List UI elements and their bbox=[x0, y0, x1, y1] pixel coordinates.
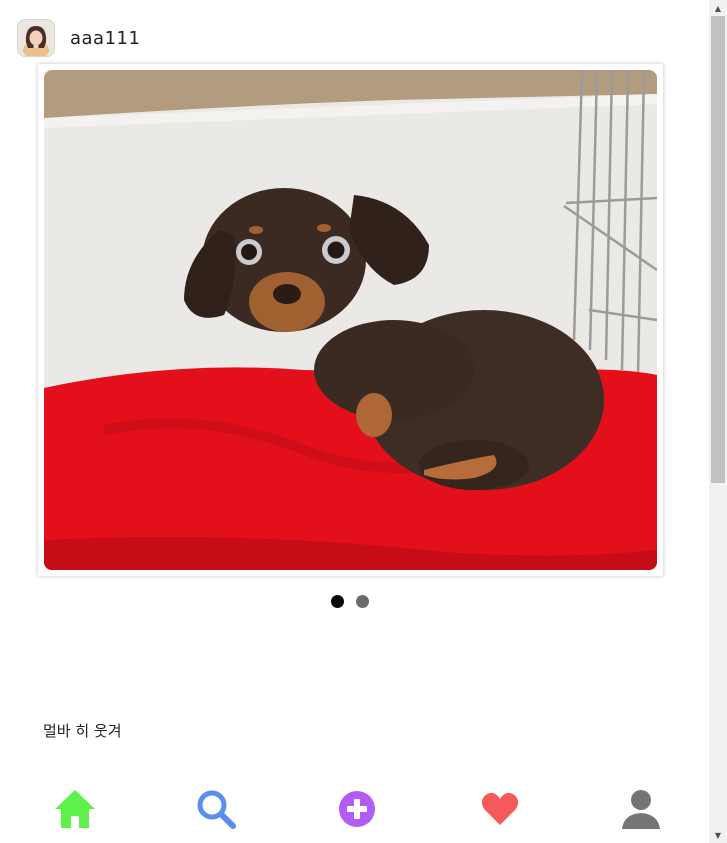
nav-add-button[interactable] bbox=[334, 786, 380, 832]
photo-card[interactable] bbox=[38, 64, 663, 576]
home-icon bbox=[55, 790, 95, 828]
username[interactable]: aaa111 bbox=[70, 28, 140, 49]
post-photo bbox=[44, 70, 657, 570]
scroll-up-icon[interactable]: ▲ bbox=[709, 0, 727, 16]
user-icon bbox=[622, 790, 660, 829]
nav-search-button[interactable] bbox=[193, 786, 239, 832]
scroll-thumb[interactable] bbox=[711, 16, 725, 483]
image-pagination bbox=[331, 595, 369, 608]
post-header: aaa111 bbox=[17, 18, 140, 58]
bottom-nav bbox=[0, 786, 709, 836]
avatar[interactable] bbox=[17, 19, 55, 57]
nav-likes-button[interactable] bbox=[477, 786, 523, 832]
search-icon bbox=[197, 790, 236, 829]
pagination-dot-active[interactable] bbox=[331, 595, 344, 608]
post-page: aaa111 멀바 히 웃겨 ▲ ▼ bbox=[0, 0, 727, 843]
scrollbar[interactable]: ▲ ▼ bbox=[709, 0, 727, 843]
plus-circle-icon bbox=[339, 791, 375, 827]
pagination-dot[interactable] bbox=[356, 595, 369, 608]
nav-home-button[interactable] bbox=[52, 786, 98, 832]
scroll-down-icon[interactable]: ▼ bbox=[709, 827, 727, 843]
heart-icon bbox=[481, 792, 519, 825]
nav-profile-button[interactable] bbox=[618, 786, 664, 832]
post-caption: 멀바 히 웃겨 bbox=[43, 722, 122, 740]
